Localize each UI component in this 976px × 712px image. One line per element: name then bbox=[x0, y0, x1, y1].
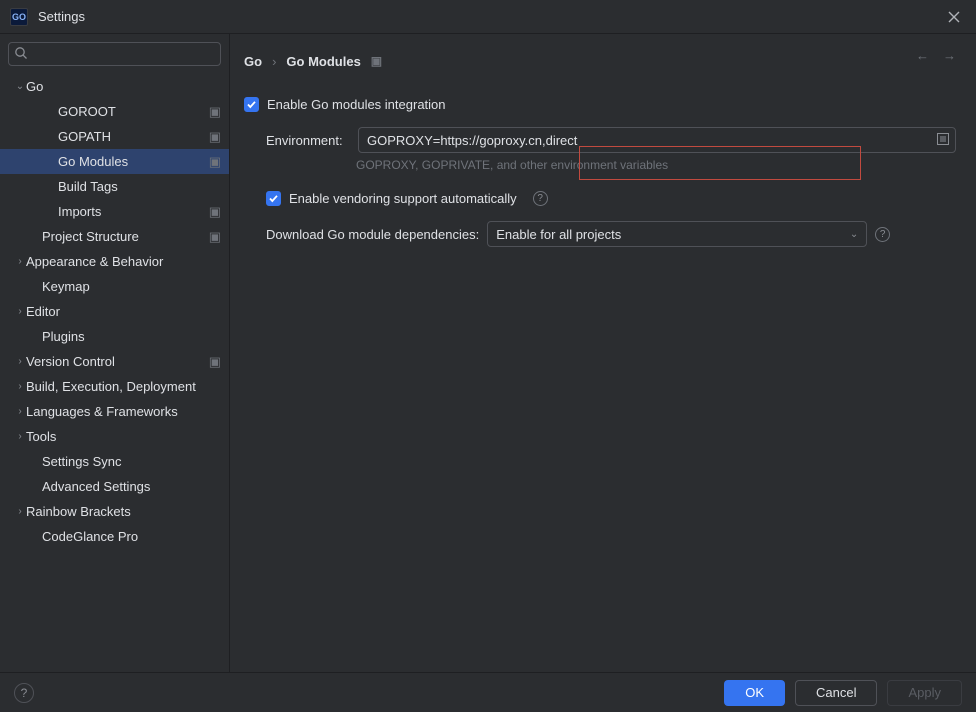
sidebar-item-appearance-behavior[interactable]: ›Appearance & Behavior bbox=[0, 249, 229, 274]
sidebar: ⌄GoGOROOT▣GOPATH▣Go Modules▣Build TagsIm… bbox=[0, 34, 230, 672]
scope-badge-icon: ▣ bbox=[371, 54, 382, 68]
environment-label: Environment: bbox=[266, 133, 350, 148]
sidebar-item-project-structure[interactable]: Project Structure▣ bbox=[0, 224, 229, 249]
sidebar-item-goroot[interactable]: GOROOT▣ bbox=[0, 99, 229, 124]
search-icon bbox=[14, 46, 28, 60]
footer: ? OK Cancel Apply bbox=[0, 672, 976, 712]
expand-list-icon[interactable] bbox=[936, 132, 950, 146]
scope-badge-icon: ▣ bbox=[209, 129, 221, 145]
titlebar: GO Settings bbox=[0, 0, 976, 34]
apply-button: Apply bbox=[887, 680, 962, 706]
content-pane: Go › Go Modules ▣ ← → Enable Go modules … bbox=[230, 34, 976, 672]
sidebar-item-label: Editor bbox=[26, 304, 221, 319]
sidebar-item-go[interactable]: ⌄Go bbox=[0, 74, 229, 99]
sidebar-item-advanced-settings[interactable]: Advanced Settings bbox=[0, 474, 229, 499]
help-icon[interactable]: ? bbox=[533, 191, 548, 206]
chevron-right-icon: › bbox=[14, 306, 26, 317]
sidebar-item-label: Advanced Settings bbox=[42, 479, 221, 494]
sidebar-item-build-execution-deployment[interactable]: ›Build, Execution, Deployment bbox=[0, 374, 229, 399]
help-button[interactable]: ? bbox=[14, 683, 34, 703]
sidebar-item-gopath[interactable]: GOPATH▣ bbox=[0, 124, 229, 149]
sidebar-item-label: Build, Execution, Deployment bbox=[26, 379, 221, 394]
sidebar-item-go-modules[interactable]: Go Modules▣ bbox=[0, 149, 229, 174]
sidebar-item-label: Go Modules bbox=[58, 154, 209, 169]
chevron-right-icon: › bbox=[14, 506, 26, 517]
sidebar-item-label: Project Structure bbox=[42, 229, 209, 244]
sidebar-item-label: Appearance & Behavior bbox=[26, 254, 221, 269]
scope-badge-icon: ▣ bbox=[209, 229, 221, 245]
sidebar-item-label: GOROOT bbox=[58, 104, 209, 119]
sidebar-item-version-control[interactable]: ›Version Control▣ bbox=[0, 349, 229, 374]
sidebar-item-editor[interactable]: ›Editor bbox=[0, 299, 229, 324]
scope-badge-icon: ▣ bbox=[209, 154, 221, 170]
chevron-right-icon: › bbox=[14, 381, 26, 392]
sidebar-item-label: Tools bbox=[26, 429, 221, 444]
enable-modules-checkbox[interactable] bbox=[244, 97, 259, 112]
app-icon: GO bbox=[10, 8, 28, 26]
enable-vendoring-checkbox[interactable] bbox=[266, 191, 281, 206]
environment-hint: GOPROXY, GOPRIVATE, and other environmen… bbox=[244, 158, 956, 172]
sidebar-item-label: Version Control bbox=[26, 354, 209, 369]
sidebar-item-codeglance-pro[interactable]: CodeGlance Pro bbox=[0, 524, 229, 549]
breadcrumb-root[interactable]: Go bbox=[244, 54, 262, 69]
sidebar-item-imports[interactable]: Imports▣ bbox=[0, 199, 229, 224]
scope-badge-icon: ▣ bbox=[209, 204, 221, 220]
chevron-right-icon: › bbox=[14, 356, 26, 367]
scope-badge-icon: ▣ bbox=[209, 104, 221, 120]
sidebar-item-tools[interactable]: ›Tools bbox=[0, 424, 229, 449]
sidebar-item-rainbow-brackets[interactable]: ›Rainbow Brackets bbox=[0, 499, 229, 524]
cancel-button[interactable]: Cancel bbox=[795, 680, 877, 706]
sidebar-item-languages-frameworks[interactable]: ›Languages & Frameworks bbox=[0, 399, 229, 424]
ok-button[interactable]: OK bbox=[724, 680, 785, 706]
sidebar-item-label: Imports bbox=[58, 204, 209, 219]
help-icon[interactable]: ? bbox=[875, 227, 890, 242]
sidebar-item-label: CodeGlance Pro bbox=[42, 529, 221, 544]
enable-vendoring-label: Enable vendoring support automatically bbox=[289, 191, 517, 206]
chevron-right-icon: › bbox=[14, 406, 26, 417]
nav-forward-icon[interactable]: → bbox=[943, 48, 956, 63]
scope-badge-icon: ▣ bbox=[209, 354, 221, 370]
nav-back-icon[interactable]: ← bbox=[916, 48, 929, 63]
enable-modules-label: Enable Go modules integration bbox=[267, 97, 446, 112]
breadcrumb: Go › Go Modules ▣ bbox=[244, 46, 956, 76]
chevron-right-icon: › bbox=[14, 431, 26, 442]
sidebar-item-plugins[interactable]: Plugins bbox=[0, 324, 229, 349]
search-input[interactable] bbox=[8, 42, 221, 66]
sidebar-item-label: Go bbox=[26, 79, 221, 94]
sidebar-item-label: GOPATH bbox=[58, 129, 209, 144]
download-deps-value: Enable for all projects bbox=[496, 227, 621, 242]
sidebar-item-settings-sync[interactable]: Settings Sync bbox=[0, 449, 229, 474]
download-deps-label: Download Go module dependencies: bbox=[266, 227, 479, 242]
sidebar-item-label: Languages & Frameworks bbox=[26, 404, 221, 419]
sidebar-item-build-tags[interactable]: Build Tags bbox=[0, 174, 229, 199]
chevron-right-icon: › bbox=[272, 54, 276, 69]
settings-tree: ⌄GoGOROOT▣GOPATH▣Go Modules▣Build TagsIm… bbox=[0, 72, 229, 672]
close-icon[interactable] bbox=[942, 7, 966, 27]
window-title: Settings bbox=[38, 9, 85, 24]
sidebar-item-label: Keymap bbox=[42, 279, 221, 294]
chevron-down-icon: ⌄ bbox=[850, 229, 858, 240]
sidebar-item-label: Plugins bbox=[42, 329, 221, 344]
breadcrumb-leaf: Go Modules bbox=[286, 54, 360, 69]
chevron-down-icon: ⌄ bbox=[14, 81, 26, 92]
environment-input[interactable] bbox=[358, 127, 956, 153]
download-deps-select[interactable]: Enable for all projects ⌄ bbox=[487, 221, 867, 247]
sidebar-item-label: Build Tags bbox=[58, 179, 221, 194]
sidebar-item-keymap[interactable]: Keymap bbox=[0, 274, 229, 299]
sidebar-item-label: Settings Sync bbox=[42, 454, 221, 469]
search-box bbox=[8, 42, 221, 66]
chevron-right-icon: › bbox=[14, 256, 26, 267]
sidebar-item-label: Rainbow Brackets bbox=[26, 504, 221, 519]
